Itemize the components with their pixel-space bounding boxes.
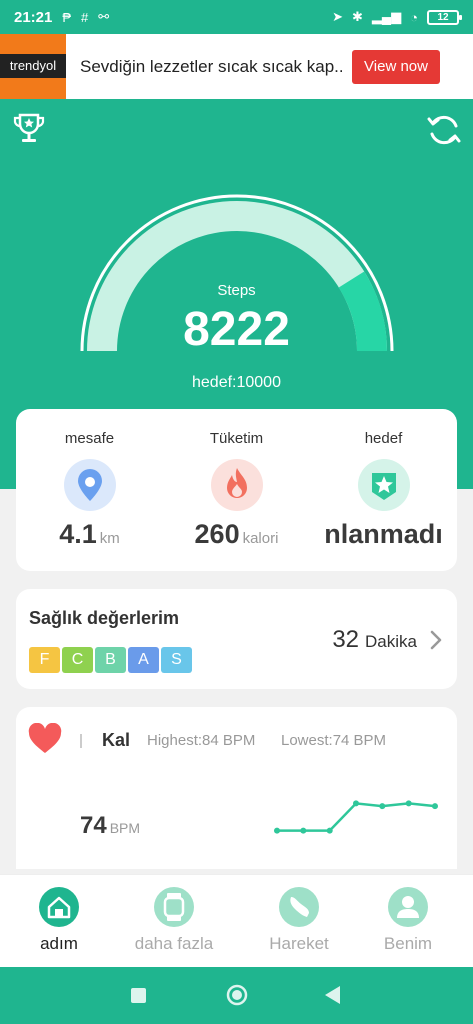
health-minutes-value: 32 (332, 626, 360, 653)
heart-icon (28, 723, 62, 753)
ad-logo: trendyol (0, 34, 66, 99)
hr-title: Kal (102, 730, 131, 750)
home-icon (39, 887, 79, 927)
system-nav-bar (0, 967, 473, 1024)
status-bar: 21:21 ₱ # ⚯ ➤ ✱ ▂▄▆ ◔ 12 (0, 0, 473, 34)
hr-current-value: 74 (80, 812, 107, 839)
back-icon[interactable] (325, 986, 341, 1004)
nav-label-daha-fazla: daha fazla (134, 934, 214, 953)
health-minutes-unit: Dakika (365, 632, 417, 651)
hr-point (274, 827, 280, 834)
distance-label: mesafe (64, 430, 115, 447)
ad-text: Sevdiğin lezzetler sıcak sıcak kap... (80, 56, 342, 76)
watch-icon (154, 887, 194, 927)
stat-calories[interactable]: Tüketim 260 kalori (163, 409, 310, 571)
hr-point (353, 800, 359, 807)
hr-lowest: Lowest:74 BPM (281, 732, 387, 749)
heart-rate-card[interactable]: Kal Highest:84 BPM Lowest:74 BPM 74 BPM (16, 707, 457, 869)
user-icon (388, 887, 428, 927)
hr-highest: Highest:84 BPM (147, 732, 256, 749)
ad-view-button[interactable]: View now (352, 49, 440, 84)
calories-label: Tüketim (209, 430, 264, 447)
hr-point (432, 803, 438, 810)
recents-icon[interactable] (131, 988, 146, 1003)
hr-current: 74 BPM (80, 812, 140, 840)
grid-icon: # (81, 9, 89, 25)
location-pin-icon (63, 459, 116, 511)
stat-distance[interactable]: mesafe 4.1 km (16, 409, 163, 571)
nav-label-adim: adım (40, 934, 78, 953)
hr-point (326, 827, 333, 834)
grade-f: F (29, 647, 60, 673)
health-card[interactable]: Sağlık değerlerim F C B A S 32 Dakika (16, 589, 457, 689)
trophy-icon[interactable] (11, 111, 47, 147)
p-icon: ₱ (62, 9, 72, 25)
steps-value: 8222 (183, 303, 290, 356)
grade-s: S (161, 647, 192, 673)
location-icon: ➤ (332, 9, 344, 24)
bluetooth-icon: ✱ (352, 9, 363, 24)
distance-value: 4.1 (59, 519, 97, 549)
status-time: 21:21 (14, 8, 53, 26)
grade-c: C (62, 647, 93, 673)
sync-icon[interactable] (426, 112, 462, 148)
hr-point (405, 800, 412, 807)
hr-divider (80, 734, 82, 748)
health-minutes: 32 Dakika (332, 626, 417, 654)
nav-item-adim[interactable]: adım (0, 875, 118, 968)
grade-a: A (128, 647, 159, 673)
steps-goal: hedef:10000 (192, 374, 281, 391)
flame-icon (210, 459, 263, 511)
hr-line (277, 802, 436, 832)
nav-label-benim: Benim (383, 934, 433, 953)
ad-brand: trendyol (0, 54, 66, 78)
goal-badge-icon (357, 459, 410, 511)
nav-item-benim[interactable]: Benim (349, 875, 467, 968)
steps-label: Steps (217, 282, 256, 299)
nav-label-hareket: Hareket (269, 934, 329, 953)
nav-item-daha-fazla[interactable]: daha fazla (115, 875, 233, 968)
hr-point (300, 827, 307, 834)
link-icon: ⚯ (98, 9, 110, 24)
goal-value: nlanmadı (324, 519, 443, 549)
stat-goal[interactable]: hedef nlanmadı (310, 409, 457, 571)
shoe-icon (279, 887, 319, 927)
nav-item-hareket[interactable]: Hareket (240, 875, 358, 968)
grade-b: B (95, 647, 126, 673)
distance-unit: km (99, 530, 120, 547)
bottom-nav: adım daha fazla Hareket Benim (0, 874, 473, 967)
calories-value: 260 (194, 519, 240, 549)
wifi-icon: ◔ (410, 9, 418, 25)
chevron-right-icon[interactable] (429, 629, 443, 651)
battery-icon: 12 (427, 9, 462, 25)
hr-current-unit: BPM (109, 820, 141, 836)
goal-label: hedef (364, 430, 403, 447)
health-title: Sağlık değerlerim (29, 608, 180, 628)
grade-row: F C B A S (29, 647, 192, 673)
ad-banner[interactable]: trendyol Sevdiğin lezzetler sıcak sıcak … (0, 34, 473, 99)
home-button-icon[interactable] (226, 984, 248, 1006)
calories-unit: kalori (242, 530, 279, 547)
hr-sparkline (274, 800, 438, 834)
hr-point (379, 803, 386, 810)
stats-card: mesafe 4.1 km Tüketim 260 kalori hedef n… (16, 409, 457, 571)
signal-icon: ▂▄▆ (371, 9, 402, 24)
